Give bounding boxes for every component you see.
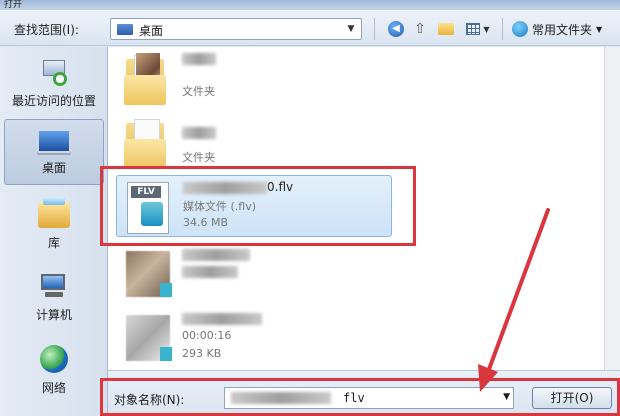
new-folder-button[interactable]	[436, 19, 456, 39]
common-folders-label: 常用文件夹	[532, 22, 593, 37]
highlight-box-file	[100, 166, 416, 246]
place-label: 库	[47, 235, 60, 250]
network-icon	[40, 344, 68, 373]
place-label: 最近访问的位置	[11, 93, 96, 108]
place-recent[interactable]: 最近访问的位置	[4, 51, 104, 117]
place-label: 桌面	[41, 160, 66, 175]
title-bar: 打开	[0, 0, 620, 10]
file-name	[182, 247, 250, 261]
libraries-icon	[38, 196, 70, 228]
vertical-scrollbar[interactable]	[604, 47, 620, 370]
view-menu-button[interactable]: ▼	[462, 19, 494, 39]
look-in-value: 桌面	[139, 24, 164, 38]
back-arrow-icon: ◀	[388, 21, 404, 37]
file-name	[182, 125, 216, 139]
places-bar: 最近访问的位置 桌面 库 计算机 网络	[0, 47, 108, 416]
video-thumbnail-icon	[122, 311, 172, 365]
chevron-down-icon: ▼	[483, 24, 490, 34]
up-folder-icon: ⇧	[414, 21, 426, 37]
recent-places-icon	[41, 59, 67, 86]
list-item[interactable]: 00:00:16 293 KB	[116, 307, 392, 369]
highlight-box-bottom	[100, 378, 620, 416]
folder-icon	[122, 51, 172, 105]
place-libraries[interactable]: 库	[4, 193, 104, 259]
toolbar-divider	[502, 18, 503, 40]
file-name	[182, 51, 216, 65]
view-grid-icon	[466, 23, 481, 35]
chevron-down-icon[interactable]: ▼	[345, 23, 357, 35]
file-name	[182, 311, 262, 325]
toolbar: 查找范围(I): 桌面 ▼ ◀ ⇧ ▼ 常用文件夹 ▼	[0, 10, 620, 46]
folder-icon	[122, 115, 172, 169]
file-duration: 00:00:16	[182, 329, 232, 342]
look-in-dropdown[interactable]: 桌面 ▼	[110, 18, 362, 40]
up-folder-button[interactable]: ⇧	[410, 19, 430, 39]
new-folder-icon	[438, 23, 454, 35]
place-network[interactable]: 网络	[4, 337, 104, 403]
back-button[interactable]: ◀	[386, 19, 406, 39]
look-in-label: 查找范围(I):	[14, 23, 79, 37]
list-item[interactable]: 文件夹	[116, 47, 392, 109]
place-label: 计算机	[35, 307, 72, 322]
list-item[interactable]	[116, 243, 392, 305]
common-folders-button[interactable]: 常用文件夹 ▼	[512, 19, 602, 39]
place-computer[interactable]: 计算机	[4, 265, 104, 331]
file-type	[182, 265, 238, 278]
video-thumbnail-icon	[122, 247, 172, 301]
computer-icon	[39, 273, 69, 300]
file-type: 文件夹	[182, 85, 215, 98]
place-label: 网络	[41, 380, 66, 395]
desktop-icon	[37, 128, 71, 153]
file-size: 293 KB	[182, 347, 222, 360]
common-folders-icon	[512, 21, 528, 37]
file-type: 文件夹	[182, 151, 215, 164]
chevron-down-icon: ▼	[596, 24, 603, 34]
list-item[interactable]: 文件夹	[116, 111, 392, 173]
toolbar-divider	[374, 18, 375, 40]
window-title: 打开	[4, 0, 23, 10]
desktop-folder-icon	[117, 24, 133, 35]
place-desktop[interactable]: 桌面	[4, 119, 104, 185]
